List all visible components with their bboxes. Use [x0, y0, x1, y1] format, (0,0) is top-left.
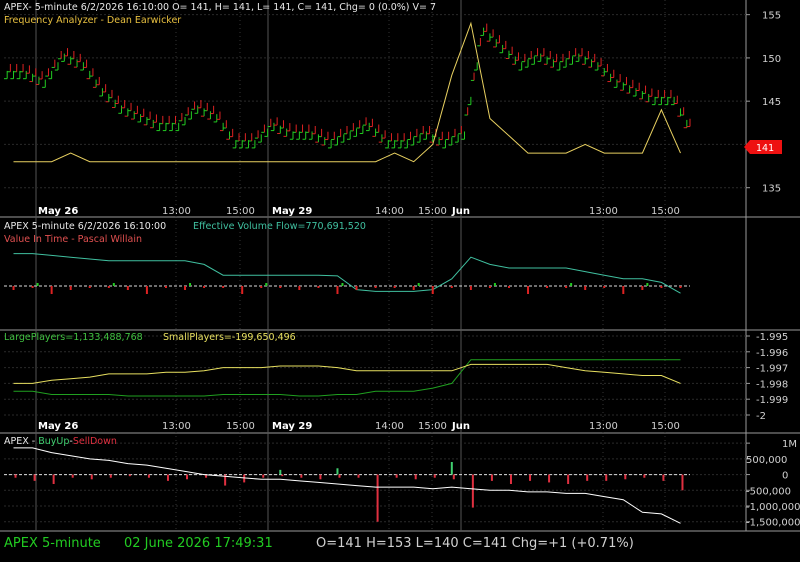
effective-volume-flow-label: Effective Volume Flow=770,691,520 — [193, 221, 366, 232]
price-panel-header: APEX- 5-minute 6/2/2026 16:10:00 O= 141,… — [4, 2, 436, 13]
buyup-panel-symbol: APEX - — [4, 436, 38, 447]
large-players-label: LargePlayers=1,133,488,768 — [4, 332, 143, 343]
frequency-analyzer-label: Frequency Analyzer - Dean Earwicker — [4, 15, 181, 26]
price-tag: 141 — [756, 143, 774, 154]
volume-flow-header: APEX 5-minute 6/2/2026 16:10:00 — [4, 221, 166, 232]
selldown-label: SellDown — [73, 436, 117, 447]
value-in-time-label: Value In Time - Pascal Willain — [4, 234, 142, 245]
status-datetime: 02 June 2026 17:49:31 — [124, 536, 273, 551]
label-layer: APEX- 5-minute 6/2/2026 16:10:00 O= 141,… — [4, 2, 782, 447]
small-players-label: SmallPlayers=-199,650,496 — [163, 332, 296, 343]
buyup-panel-header: APEX - BuyUp-SellDown — [4, 436, 117, 447]
status-bar: APEX 5-minute 02 June 2026 17:49:31 O=14… — [0, 532, 800, 562]
status-ohlc: O=141 H=153 L=140 C=141 Chg=+1 (+0.71%) — [316, 536, 634, 551]
buyup-label: BuyUp — [38, 436, 69, 447]
price-tag-arrow — [744, 140, 750, 154]
status-symbol: APEX 5-minute — [4, 536, 101, 551]
